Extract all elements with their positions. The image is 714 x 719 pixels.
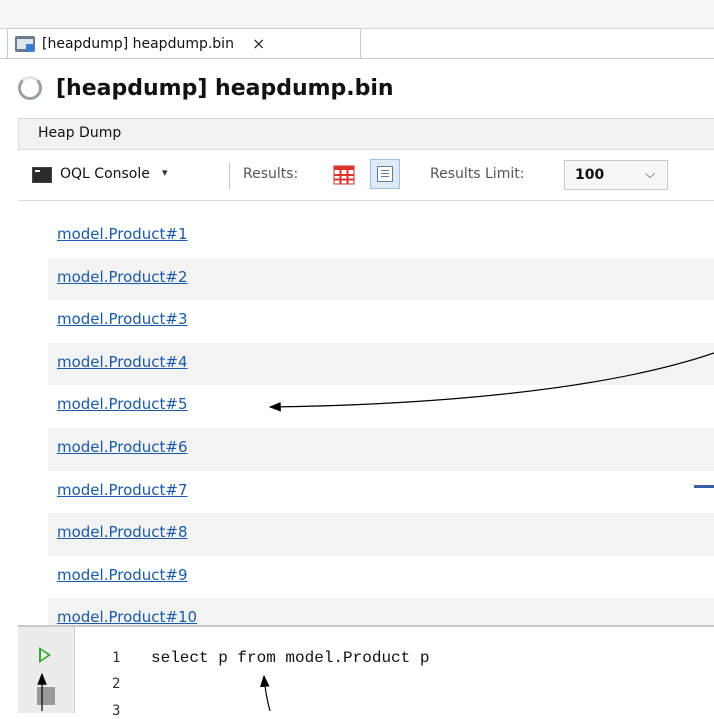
list-item: model.Product#2 (48, 257, 714, 301)
line-numbers: 1 2 3 (74, 627, 144, 719)
loading-spinner-icon (18, 76, 42, 100)
list-item: model.Product#5 (48, 385, 714, 428)
results-limit-label: Results Limit: (430, 166, 525, 182)
editor-tab-heapdump[interactable]: [heapdump] heapdump.bin × (7, 28, 361, 58)
list-item: model.Product#1 (48, 215, 714, 258)
terminal-icon[interactable] (32, 167, 52, 183)
text-view-icon (377, 166, 393, 182)
window-top-strip (0, 0, 714, 29)
result-link[interactable]: model.Product#6 (57, 438, 188, 456)
heapdump-file-icon (14, 34, 36, 54)
line-number: 3 (112, 703, 121, 719)
run-query-icon[interactable] (39, 647, 51, 663)
query-text[interactable]: select p from model.Product p (151, 649, 429, 667)
chevron-down-icon: ⌵ (645, 167, 655, 182)
oql-toolbar: OQL Console ▾ Results: Results Limit: 10… (18, 150, 714, 201)
line-number: 1 (112, 650, 121, 666)
list-item: model.Product#3 (48, 300, 714, 343)
list-item: model.Product#6 (48, 427, 714, 471)
oql-console-button[interactable]: OQL Console (60, 166, 150, 182)
document-header: [heapdump] heapdump.bin (0, 66, 714, 110)
result-link[interactable]: model.Product#7 (57, 481, 188, 499)
line-number: 2 (112, 676, 121, 692)
result-link[interactable]: model.Product#1 (57, 225, 188, 243)
list-item: model.Product#8 (48, 513, 714, 556)
result-link[interactable]: model.Product#9 (57, 566, 188, 584)
result-link[interactable]: model.Product#10 (57, 608, 197, 625)
tab-label: [heapdump] heapdump.bin (42, 35, 234, 52)
result-link[interactable]: model.Product#2 (57, 268, 188, 286)
tab-heap-dump[interactable]: Heap Dump (38, 125, 121, 141)
results-limit-value: 100 (575, 167, 605, 183)
text-view-button[interactable] (370, 159, 400, 189)
oql-editor[interactable]: 1 2 3 select p from model.Product p (18, 625, 714, 719)
result-link[interactable]: model.Product#5 (57, 395, 188, 413)
close-tab-icon[interactable]: × (252, 34, 265, 53)
table-view-icon[interactable] (333, 164, 355, 186)
chevron-down-icon[interactable]: ▾ (162, 166, 168, 179)
result-link[interactable]: model.Product#8 (57, 523, 188, 541)
list-item: model.Product#4 (48, 342, 714, 386)
view-tabs: Heap Dump (18, 118, 714, 150)
toolbar-separator (229, 162, 230, 190)
tab-strip-divider (0, 58, 714, 59)
results-label: Results: (243, 166, 299, 182)
stop-query-icon[interactable] (37, 687, 55, 705)
list-item: model.Product#9 (48, 556, 714, 599)
result-link[interactable]: model.Product#4 (57, 353, 188, 371)
list-item: model.Product#10 (48, 598, 714, 625)
page-title: [heapdump] heapdump.bin (56, 75, 394, 101)
results-list: model.Product#1 model.Product#2 model.Pr… (48, 215, 714, 625)
editor-action-gutter (18, 627, 75, 713)
list-item: model.Product#7 (48, 471, 714, 514)
scroll-marker (694, 485, 714, 488)
result-link[interactable]: model.Product#3 (57, 310, 188, 328)
results-limit-select[interactable]: 100 ⌵ (564, 160, 668, 190)
